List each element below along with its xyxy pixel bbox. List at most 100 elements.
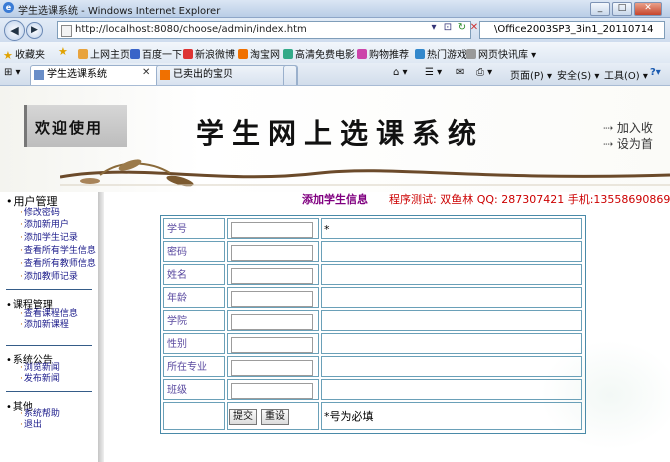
field-cell bbox=[227, 241, 319, 262]
print-icon[interactable]: ⎙ ▾ bbox=[476, 67, 492, 78]
fav-item-2[interactable]: 新浪微博 bbox=[183, 46, 235, 61]
student-id-input[interactable] bbox=[231, 222, 313, 238]
back-button[interactable]: ◀ bbox=[4, 20, 25, 41]
note-cell bbox=[321, 264, 582, 285]
sidebar-border bbox=[98, 192, 104, 462]
field-cell bbox=[227, 218, 319, 239]
age-input[interactable] bbox=[231, 291, 313, 307]
link-view-teachers[interactable]: 查看所有教师信息 bbox=[20, 259, 96, 270]
section-user-mgmt: 用户管理 bbox=[6, 193, 58, 209]
fav-item-1[interactable]: 百度一下 bbox=[130, 46, 182, 61]
maximize-button[interactable]: □ bbox=[612, 2, 632, 16]
note-cell bbox=[321, 379, 582, 400]
fav-item-4[interactable]: 高清免费电影 bbox=[283, 46, 355, 61]
gender-input[interactable] bbox=[231, 337, 313, 353]
welcome-text: 欢迎使用 bbox=[35, 119, 104, 137]
safety-menu[interactable]: 安全(S) ▾ bbox=[557, 67, 599, 82]
favorites-button[interactable]: ★ 收藏夹 bbox=[3, 46, 45, 61]
tab-bar: ⊞ ▾ 学生选课系统 ✕ 已卖出的宝贝 ⌂ ▾ ☰ ▾ ✉ ⎙ ▾ 页面(P) … bbox=[0, 63, 670, 86]
divider bbox=[6, 345, 92, 346]
branch-decoration bbox=[60, 159, 670, 187]
help-icon[interactable]: ?▾ bbox=[650, 67, 661, 78]
note-cell bbox=[321, 310, 582, 331]
label-college: 学院 bbox=[163, 310, 225, 331]
close-tab-icon[interactable]: ✕ bbox=[142, 67, 150, 78]
link-browse-news[interactable]: 浏览新闻 bbox=[20, 363, 60, 374]
link-add-student[interactable]: 添加学生记录 bbox=[20, 233, 78, 244]
star-icon: ★ bbox=[3, 49, 13, 62]
link-help[interactable]: 系统帮助 bbox=[20, 409, 60, 420]
class-input[interactable] bbox=[231, 383, 313, 399]
link-view-students[interactable]: 查看所有学生信息 bbox=[20, 246, 96, 257]
major-input[interactable] bbox=[231, 360, 313, 376]
label-gender: 性别 bbox=[163, 333, 225, 354]
forward-button[interactable]: ▶ bbox=[26, 22, 43, 39]
welcome-box: 欢迎使用 bbox=[24, 105, 127, 147]
address-toolbar: ◀ ▶ http://localhost:8080/choose/admin/i… bbox=[0, 18, 670, 42]
home-icon[interactable]: ⌂ ▾ bbox=[393, 67, 408, 78]
quick-tabs-icon[interactable]: ⊞ ▾ bbox=[4, 67, 21, 78]
divider bbox=[6, 391, 92, 392]
page-icon bbox=[61, 25, 72, 37]
name-input[interactable] bbox=[231, 268, 313, 284]
minimize-button[interactable]: _ bbox=[590, 2, 610, 16]
set-homepage-link[interactable]: ⇢ 设为首 bbox=[603, 135, 653, 152]
link-add-user[interactable]: 添加新用户 bbox=[20, 220, 69, 231]
link-post-news[interactable]: 发布新闻 bbox=[20, 374, 60, 385]
dropdown-icon[interactable]: ▾ bbox=[427, 21, 441, 35]
close-window-button[interactable]: ✕ bbox=[634, 2, 662, 16]
link-add-teacher[interactable]: 添加教师记录 bbox=[20, 272, 78, 283]
tab-inactive[interactable]: 已卖出的宝贝 bbox=[156, 65, 298, 85]
reset-button[interactable]: 重设 bbox=[261, 409, 289, 425]
link-logout[interactable]: 退出 bbox=[20, 420, 42, 431]
label-student-id: 学号 bbox=[163, 218, 225, 239]
link-change-password[interactable]: 修改密码 bbox=[20, 208, 60, 219]
label-age: 年龄 bbox=[163, 287, 225, 308]
label-major: 所在专业 bbox=[163, 356, 225, 377]
new-tab-button[interactable] bbox=[283, 65, 297, 85]
field-cell bbox=[227, 310, 319, 331]
college-input[interactable] bbox=[231, 314, 313, 330]
address-field[interactable]: http://localhost:8080/choose/admin/index… bbox=[57, 21, 471, 39]
form-heading: 添加学生信息 bbox=[302, 193, 368, 206]
password-input[interactable] bbox=[231, 245, 313, 261]
submit-button[interactable]: 提交 bbox=[229, 409, 257, 425]
note-cell bbox=[321, 287, 582, 308]
add-favorite-icon[interactable]: ★ bbox=[58, 46, 70, 57]
page-icon bbox=[34, 70, 44, 80]
field-cell bbox=[227, 356, 319, 377]
note-cell bbox=[321, 241, 582, 262]
required-note: *号为必填 bbox=[321, 402, 582, 430]
search-field[interactable]: \Office2003SP3_3in1_20110714 bbox=[479, 21, 665, 39]
search-text: \Office2003SP3_3in1_20110714 bbox=[494, 24, 654, 35]
fav-item-0[interactable]: 上网主页 bbox=[78, 46, 130, 61]
window-title: 学生选课系统 - Windows Internet Explorer bbox=[18, 6, 221, 17]
url-text: http://localhost:8080/choose/admin/index… bbox=[75, 24, 307, 35]
fav-item-3[interactable]: 淘宝网 bbox=[238, 46, 280, 61]
mail-icon[interactable]: ✉ bbox=[456, 67, 464, 78]
author-info: 程序测试: 双鱼林 QQ: 287307421 手机:13558690869 bbox=[389, 193, 670, 206]
link-view-courses[interactable]: 查看课程信息 bbox=[20, 309, 78, 320]
feeds-icon[interactable]: ☰ ▾ bbox=[425, 67, 442, 78]
fav-item-5[interactable]: 购物推荐 bbox=[357, 46, 409, 61]
system-title: 学生网上选课系统 bbox=[196, 117, 485, 150]
add-favorite-link[interactable]: ⇢ 加入收 bbox=[603, 119, 653, 136]
field-cell bbox=[227, 264, 319, 285]
taobao-icon bbox=[160, 70, 170, 80]
note-cell bbox=[321, 356, 582, 377]
compat-view-icon[interactable]: ⊡ bbox=[441, 21, 455, 35]
field-cell bbox=[227, 379, 319, 400]
ie-logo-icon: e bbox=[3, 2, 14, 13]
student-form: 学号 * 密码 姓名 年龄 学院 性别 所在专业 班级 *号为必填 提交 重设 bbox=[160, 215, 586, 434]
fav-item-6[interactable]: 热门游戏 bbox=[415, 46, 467, 61]
field-cell bbox=[227, 333, 319, 354]
sidebar: 用户管理 修改密码 添加新用户 添加学生记录 查看所有学生信息 查看所有教师信息… bbox=[0, 192, 98, 462]
field-cell bbox=[227, 287, 319, 308]
page-menu[interactable]: 页面(P) ▾ bbox=[510, 67, 552, 82]
link-add-course[interactable]: 添加新课程 bbox=[20, 320, 69, 331]
note-cell bbox=[321, 333, 582, 354]
divider bbox=[6, 289, 92, 290]
fav-item-7[interactable]: 网页快讯库 ▾ bbox=[466, 46, 536, 61]
tools-menu[interactable]: 工具(O) ▾ bbox=[604, 67, 648, 82]
label-class: 班级 bbox=[163, 379, 225, 400]
